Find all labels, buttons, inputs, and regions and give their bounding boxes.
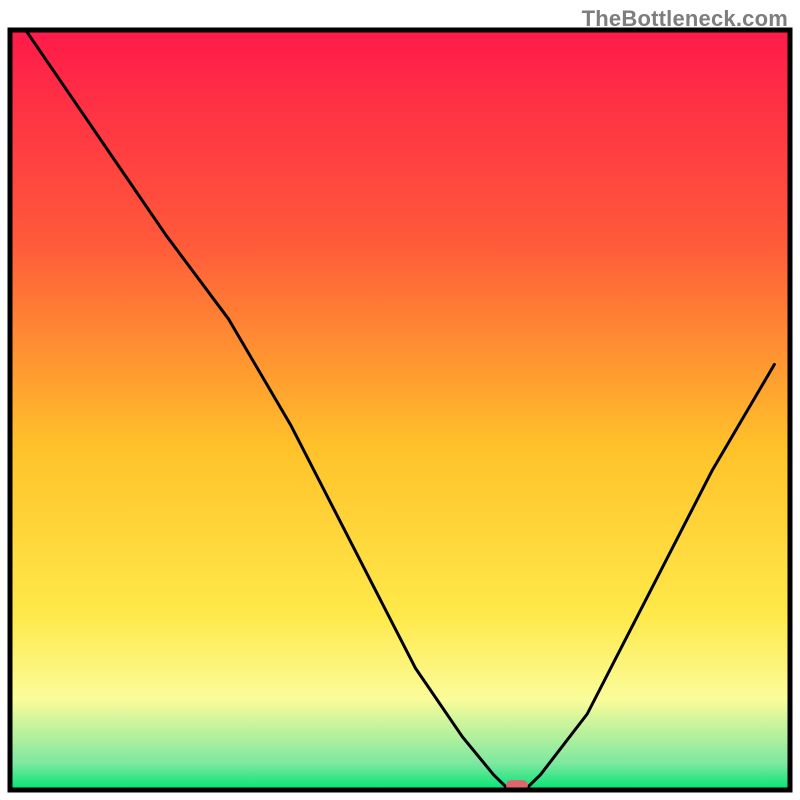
gradient-background bbox=[10, 30, 790, 790]
chart-container: TheBottleneck.com bbox=[0, 0, 800, 800]
bottleneck-chart bbox=[0, 0, 800, 800]
watermark-text: TheBottleneck.com bbox=[582, 6, 788, 32]
